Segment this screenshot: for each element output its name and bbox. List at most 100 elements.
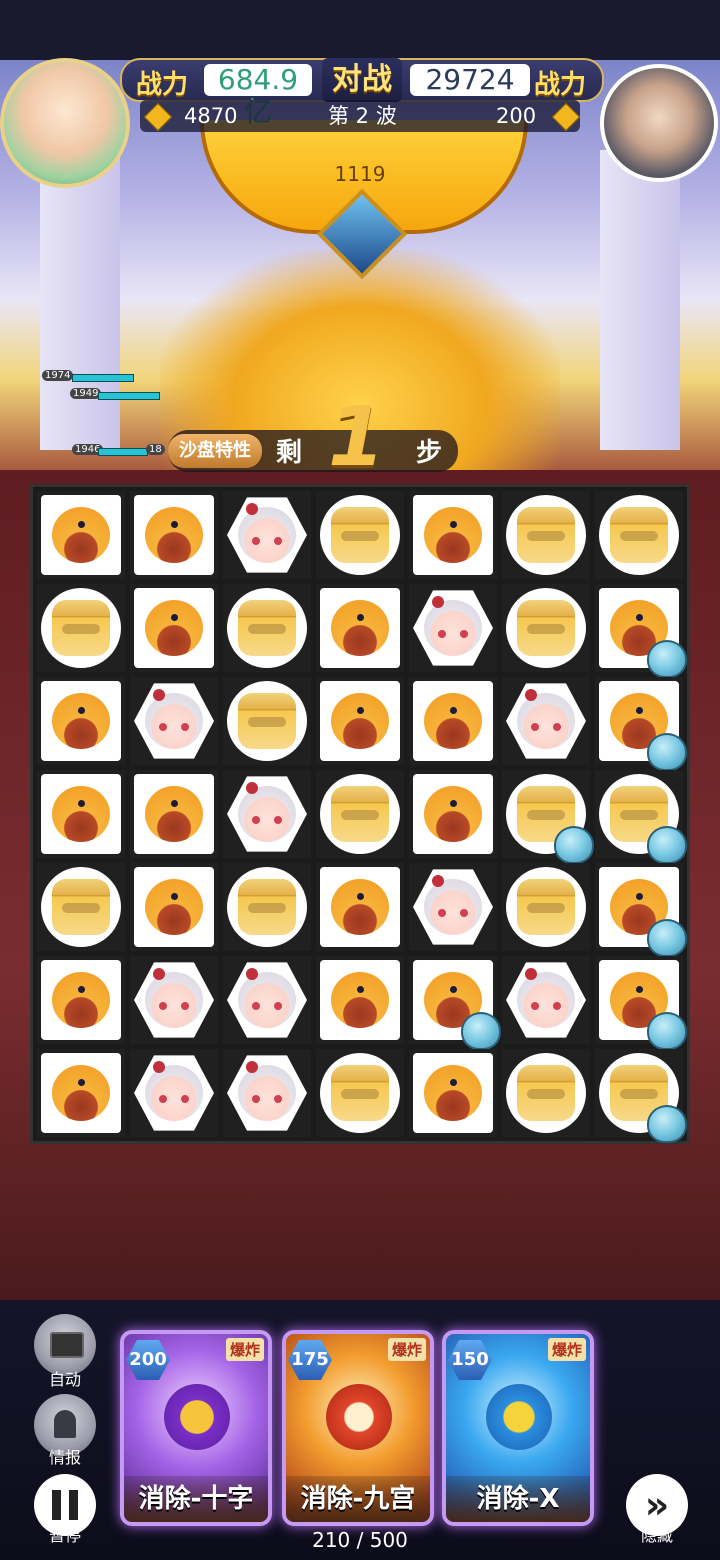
board-cell[interactable] — [223, 863, 311, 951]
helm-tile — [41, 588, 121, 668]
helm-face-icon — [517, 507, 575, 563]
board-cell[interactable] — [223, 956, 311, 1044]
intel-label: 情报 — [48, 1448, 81, 1467]
skill-card-nine[interactable]: 175 爆炸 消除-九宫 — [282, 1330, 434, 1526]
board-cell[interactable] — [595, 677, 687, 771]
board-cell[interactable] — [409, 677, 497, 765]
skill-card-x[interactable]: 150 爆炸 消除-X — [442, 1330, 594, 1526]
board-cell[interactable] — [316, 956, 404, 1044]
helm-face-icon — [238, 600, 296, 656]
girl-tile — [134, 1055, 214, 1131]
hood-face-icon — [331, 600, 389, 656]
girl-tile — [413, 869, 493, 945]
board-cell[interactable] — [37, 584, 125, 672]
pause-label: 暂停 — [48, 1526, 81, 1545]
hood-tile — [41, 960, 121, 1040]
wave-row: 4870 第 2 波 200 — [140, 100, 581, 132]
board-cell[interactable] — [409, 863, 497, 951]
board-cell[interactable] — [37, 1049, 125, 1137]
board-cell[interactable] — [130, 677, 218, 765]
board-cell[interactable] — [130, 491, 218, 579]
board-cell[interactable] — [130, 956, 218, 1044]
steps-count: 1 — [328, 390, 386, 485]
board-cell[interactable] — [37, 956, 125, 1044]
board-cell[interactable] — [130, 770, 218, 858]
board-cell[interactable] — [316, 491, 404, 579]
board-cell[interactable] — [502, 1049, 590, 1137]
board-cell[interactable] — [502, 956, 590, 1044]
hood-tile — [413, 774, 493, 854]
monitor-icon — [50, 1332, 84, 1358]
helm-tile — [506, 495, 586, 575]
slime-icon — [647, 1012, 687, 1050]
board-cell[interactable] — [223, 677, 311, 765]
card-tag: 爆炸 — [547, 1338, 586, 1361]
slime-icon — [647, 733, 687, 771]
skull-bomb-icon — [486, 1384, 552, 1450]
hood-face-icon — [145, 600, 203, 656]
board-cell[interactable] — [502, 863, 590, 951]
diamond-coin-icon — [551, 102, 581, 132]
hood-face-icon — [424, 693, 482, 749]
board-cell[interactable] — [595, 584, 687, 678]
board-cell[interactable] — [595, 1049, 687, 1143]
board-cell[interactable] — [595, 491, 683, 579]
hood-tile — [41, 1053, 121, 1133]
helm-face-icon — [331, 507, 389, 563]
board-cell[interactable] — [502, 677, 590, 765]
skull-bomb-icon — [326, 1384, 392, 1450]
board-cell[interactable] — [37, 770, 125, 858]
skill-card-cross[interactable]: 200 爆炸 消除-十字 — [120, 1330, 272, 1526]
board-cell[interactable] — [316, 1049, 404, 1137]
hood-tile — [413, 681, 493, 761]
board-cell[interactable] — [409, 956, 501, 1050]
player-avatar[interactable] — [0, 58, 130, 188]
board-cell[interactable] — [316, 770, 404, 858]
double-chevron-right-icon: » — [644, 1483, 670, 1527]
enemy-power-value: 29724 — [410, 64, 530, 96]
board-cell[interactable] — [409, 584, 497, 672]
hood-tile — [134, 495, 214, 575]
board-cell[interactable] — [130, 863, 218, 951]
pot-value: 1119 — [334, 162, 386, 186]
board-cell[interactable] — [130, 584, 218, 672]
board-cell[interactable] — [595, 770, 687, 864]
skull-bomb-icon — [164, 1384, 230, 1450]
board-cell[interactable] — [37, 677, 125, 765]
board-cell[interactable] — [223, 584, 311, 672]
sandbox-trait-button[interactable]: 沙盘特性 — [168, 434, 262, 468]
enemy-avatar[interactable] — [600, 64, 718, 182]
hood-face-icon — [52, 693, 110, 749]
helm-tile — [506, 588, 586, 668]
board-cell[interactable] — [316, 677, 404, 765]
board-cell[interactable] — [409, 491, 497, 579]
board-cell[interactable] — [409, 770, 497, 858]
player-power-label: 战力 — [136, 70, 189, 100]
diamond-coin-icon — [143, 102, 173, 132]
board-cell[interactable] — [502, 770, 594, 864]
steps-unit: 步 — [416, 438, 443, 468]
board-cell[interactable] — [37, 491, 125, 579]
bell-icon — [54, 1410, 76, 1438]
board-cell[interactable] — [130, 1049, 218, 1137]
board-cell[interactable] — [37, 863, 125, 951]
helm-tile — [320, 774, 400, 854]
hide-label: 隐藏 — [640, 1526, 673, 1545]
board-cell[interactable] — [409, 1049, 497, 1137]
board-cell[interactable] — [595, 863, 687, 957]
board-cell[interactable] — [223, 1049, 311, 1137]
board-cell[interactable] — [316, 584, 404, 672]
board-cell[interactable] — [502, 584, 590, 672]
girl-tile — [134, 962, 214, 1038]
hood-face-icon — [424, 786, 482, 842]
hood-tile — [41, 681, 121, 761]
girl-tile — [227, 776, 307, 852]
board-cell[interactable] — [316, 863, 404, 951]
board-cell[interactable] — [223, 491, 311, 579]
board-cell[interactable] — [502, 491, 590, 579]
girl-face-icon — [424, 596, 482, 656]
steps-remain-label: 剩 — [276, 438, 303, 468]
board-cell[interactable] — [223, 770, 311, 858]
card-cost: 150 — [448, 1340, 492, 1380]
board-cell[interactable] — [595, 956, 687, 1050]
